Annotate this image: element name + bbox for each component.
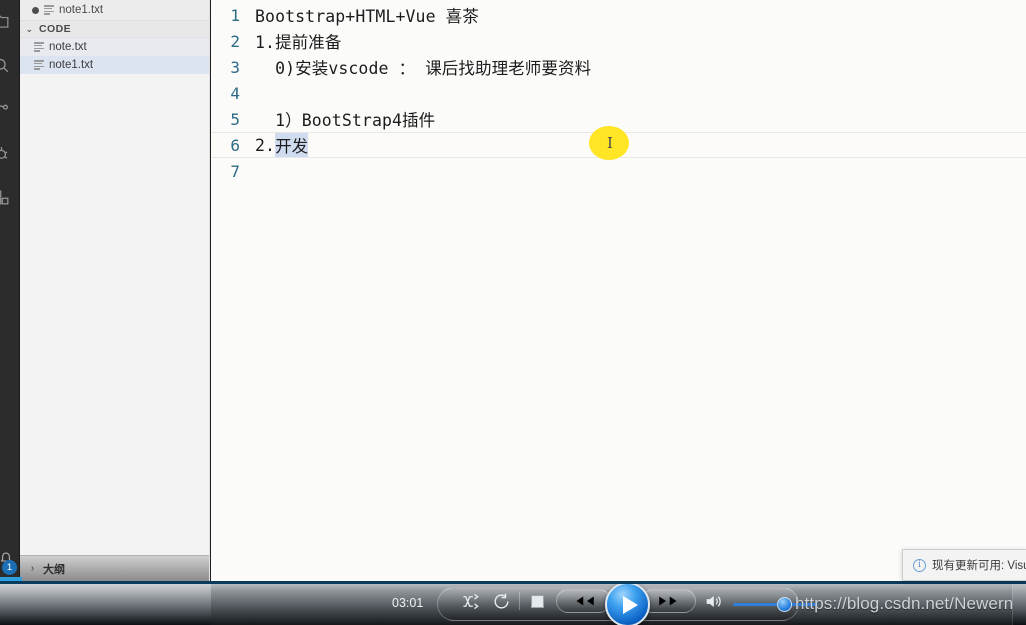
list-item-note-txt[interactable]: note.txt	[20, 38, 209, 56]
text-cursor-icon: I	[607, 134, 613, 152]
player-right-edge	[1012, 584, 1026, 625]
run-debug-icon[interactable]	[0, 138, 16, 168]
line-text: 0)安装vscode ： 课后找助理老师要资料	[255, 59, 592, 78]
update-notification[interactable]: i 现有更新可用: Visua	[902, 549, 1026, 581]
line-number: 5	[230, 109, 240, 129]
editor-tab-strip: note1.txt	[20, 0, 209, 20]
rewind-icon	[576, 596, 594, 606]
info-circle-icon: i	[913, 558, 926, 572]
code-line-3[interactable]: 3 0)安装vscode ： 课后找助理老师要资料	[211, 54, 1026, 80]
code-line-7[interactable]: 7	[211, 158, 1026, 184]
explorer-section-code[interactable]: ⌄ CODE	[20, 20, 209, 38]
line-number: 1	[230, 5, 240, 25]
selected-text[interactable]: 开发	[275, 133, 309, 157]
player-left-panel	[0, 584, 211, 625]
chevron-right-icon: ›	[30, 563, 35, 574]
list-item-label: note1.txt	[49, 59, 94, 71]
line-text: 1.提前准备	[255, 33, 342, 52]
text-file-icon	[34, 42, 44, 53]
list-item-label: note.txt	[49, 41, 87, 53]
list-item-note1-txt[interactable]: note1.txt	[20, 56, 209, 74]
play-button[interactable]	[605, 584, 650, 625]
media-player-bar: 03:01 https://blog.csdn.net/Newernini	[0, 584, 1026, 625]
control-divider	[519, 592, 520, 610]
outline-label: 大纲	[43, 563, 65, 576]
volume-slider-handle[interactable]	[777, 597, 792, 612]
text-file-icon	[34, 60, 44, 71]
line-number: 7	[230, 161, 240, 181]
fast-forward-icon	[658, 596, 676, 606]
playback-time: 03:01	[392, 596, 424, 610]
source-control-icon[interactable]	[0, 94, 16, 124]
outline-panel[interactable]: › 大纲	[20, 555, 209, 581]
watermark-url: https://blog.csdn.net/Newernini	[795, 594, 1026, 613]
line-text: 2.	[255, 135, 276, 155]
line-number: 2	[230, 31, 240, 51]
search-icon[interactable]	[0, 50, 16, 80]
text-file-icon	[44, 5, 54, 16]
unsaved-dot-icon	[32, 6, 39, 14]
code-editor[interactable]: 1 Bootstrap+HTML+Vue 喜茶 2 1.提前准备 3 0)安装v…	[211, 0, 1026, 581]
editor-tab-label: note1.txt	[59, 4, 104, 16]
repeat-icon[interactable]	[492, 590, 511, 612]
notification-text: 现有更新可用: Visua	[932, 560, 1026, 572]
screen-root: 1 note1.txt ⌄ CODE note.txt note1.txt › …	[0, 0, 1026, 625]
speaker-icon[interactable]	[702, 590, 724, 612]
explorer-section-label: CODE	[39, 23, 72, 35]
extensions-icon[interactable]	[0, 182, 16, 212]
activity-bar: 1	[0, 0, 20, 581]
rewind-button[interactable]	[556, 589, 611, 613]
chevron-down-icon: ⌄	[25, 23, 34, 34]
editor-tab-note1[interactable]: note1.txt	[20, 0, 209, 20]
code-line-4[interactable]: 4	[211, 80, 1026, 106]
code-line-1[interactable]: 1 Bootstrap+HTML+Vue 喜茶	[211, 2, 1026, 28]
explorer-files-icon[interactable]	[0, 6, 16, 36]
line-text: Bootstrap+HTML+Vue 喜茶	[255, 7, 479, 26]
line-number: 6	[230, 135, 240, 155]
status-accent	[0, 577, 22, 581]
line-number: 4	[230, 83, 240, 103]
code-line-2[interactable]: 2 1.提前准备	[211, 28, 1026, 54]
notification-badge[interactable]: 1	[2, 560, 17, 575]
stop-icon[interactable]	[531, 590, 544, 612]
line-text: 1）BootStrap4插件	[255, 111, 436, 130]
line-number: 3	[230, 57, 240, 77]
shuffle-icon[interactable]	[461, 590, 480, 612]
sidebar-explorer: note1.txt ⌄ CODE note.txt note1.txt › 大纲	[20, 0, 210, 581]
